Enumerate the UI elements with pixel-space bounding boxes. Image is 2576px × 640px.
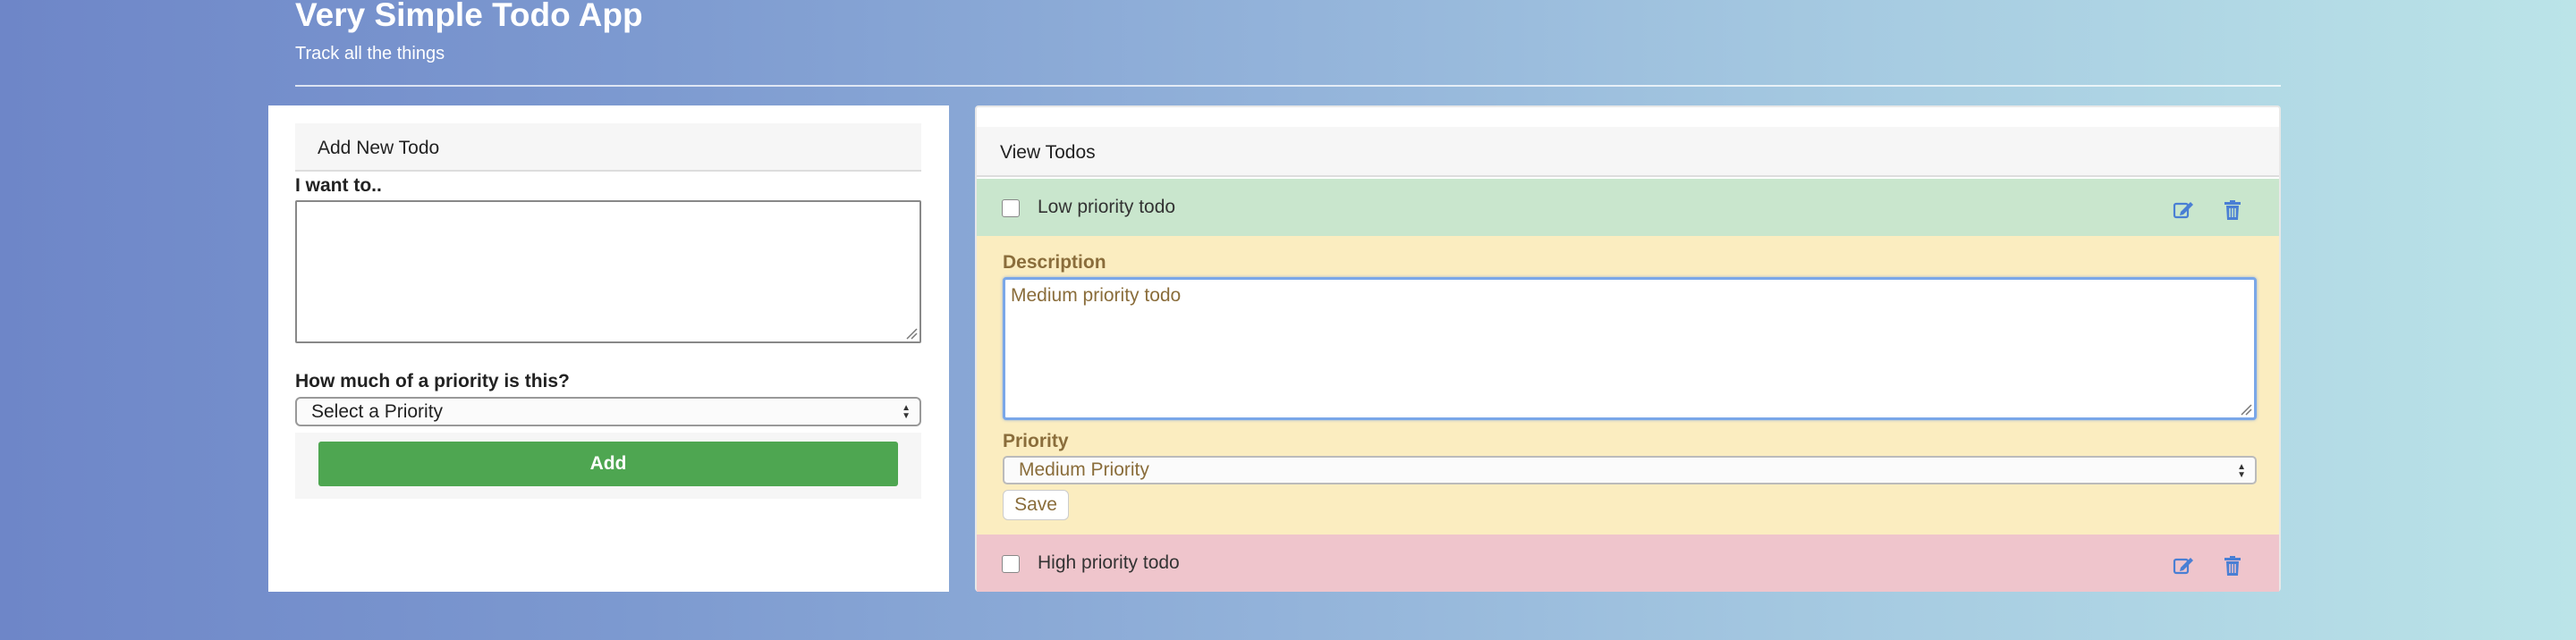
view-todos-header: View Todos	[977, 127, 2279, 177]
edit-icon[interactable]	[2172, 198, 2195, 222]
add-todo-header: Add New Todo	[295, 123, 921, 172]
priority-label: How much of a priority is this?	[295, 371, 570, 392]
add-button-area: Add	[295, 433, 921, 499]
description-label: Description	[1003, 252, 1106, 273]
todo-input-label: I want to..	[295, 175, 382, 196]
priority-select-value: Select a Priority	[311, 400, 444, 422]
add-todo-panel: Add New Todo I want to.. How much of a p…	[268, 105, 949, 592]
edit-priority-value: Medium Priority	[1019, 459, 1149, 480]
add-button[interactable]: Add	[318, 442, 898, 486]
resize-handle-icon[interactable]	[905, 327, 918, 340]
view-todos-header-title: View Todos	[1000, 142, 1096, 163]
priority-select[interactable]: Select a Priority ▲ ▼	[295, 397, 921, 426]
view-todos-panel: View Todos Low priority todo Description…	[975, 105, 2281, 592]
todo-item-high: High priority todo	[977, 535, 2279, 592]
edit-priority-select[interactable]: Medium Priority ▲ ▼	[1003, 456, 2257, 484]
description-value: Medium priority todo	[1011, 285, 1182, 306]
select-arrows-icon: ▲ ▼	[902, 403, 911, 421]
add-todo-header-title: Add New Todo	[318, 138, 440, 158]
todo-text: Low priority todo	[1038, 197, 1176, 217]
edit-icon[interactable]	[2172, 554, 2195, 577]
todo-textarea[interactable]	[295, 200, 921, 343]
app-subtitle: Track all the things	[295, 44, 445, 63]
todo-checkbox[interactable]	[1002, 555, 1020, 573]
description-textarea[interactable]: Medium priority todo	[1003, 277, 2257, 420]
edit-priority-label: Priority	[1003, 431, 1069, 451]
save-button[interactable]: Save	[1003, 490, 1069, 520]
select-arrows-icon: ▲ ▼	[2237, 462, 2246, 480]
todo-checkbox[interactable]	[1002, 199, 1020, 217]
app-title: Very Simple Todo App	[295, 0, 643, 33]
resize-handle-icon[interactable]	[2240, 403, 2252, 416]
trash-icon[interactable]	[2221, 198, 2244, 222]
todo-edit-form: Description Medium priority todo Priorit…	[977, 236, 2279, 535]
todo-item-low: Low priority todo	[977, 179, 2279, 236]
header-divider	[295, 85, 2281, 87]
todo-text: High priority todo	[1038, 552, 1180, 573]
trash-icon[interactable]	[2221, 554, 2244, 577]
